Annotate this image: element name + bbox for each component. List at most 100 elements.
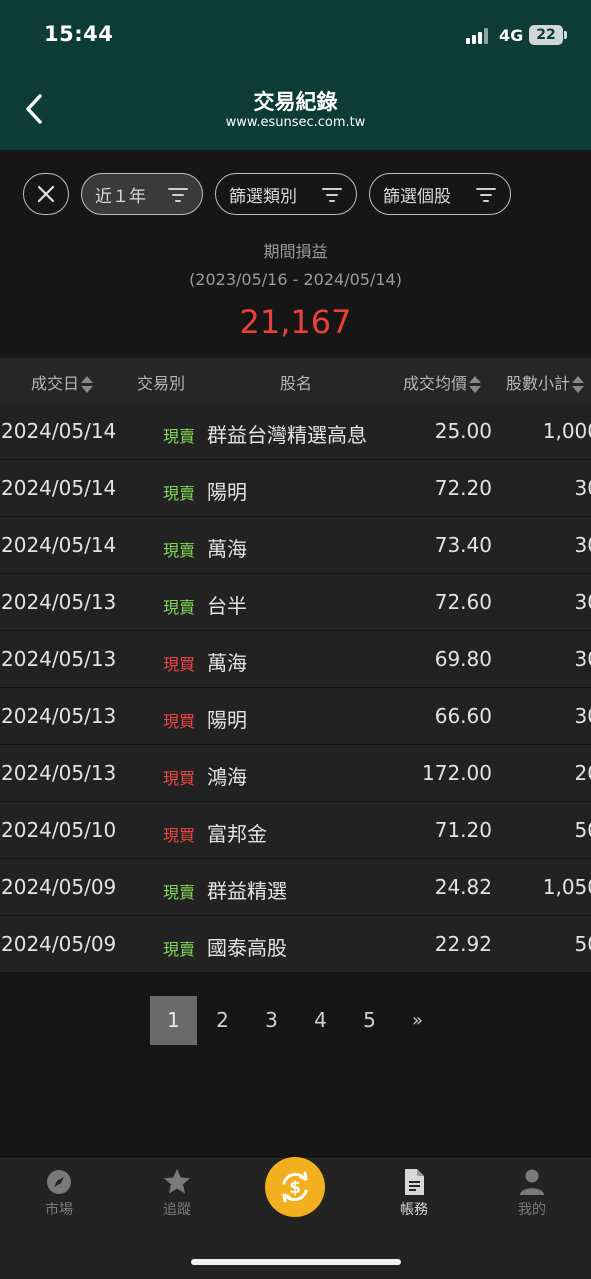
row-date: 2024/05/13 xyxy=(1,761,117,785)
row-price: 24.82 xyxy=(434,875,492,899)
period-filter-chip[interactable]: 近１年 xyxy=(81,173,203,215)
row-stock-name: 群益台灣精選高息 xyxy=(207,423,367,447)
col-name-header: 股名 xyxy=(280,370,312,394)
compass-icon xyxy=(47,1170,71,1194)
battery-level: 22 xyxy=(536,27,556,43)
type-filter-label: 篩選類別 xyxy=(229,186,297,207)
row-date: 2024/05/10 xyxy=(1,818,117,842)
row-date: 2024/05/09 xyxy=(1,932,117,956)
row-price: 69.80 xyxy=(434,647,492,671)
col-type-label: 交易別 xyxy=(137,374,186,393)
filter-icon xyxy=(476,188,496,202)
trade-fab-button[interactable]: $ xyxy=(265,1157,325,1217)
profit-loss-value: 21,167 xyxy=(239,303,352,341)
row-price: 172.00 xyxy=(422,761,492,785)
row-qty: 50 xyxy=(500,932,591,956)
document-icon xyxy=(405,1169,424,1195)
row-type: 現賣 xyxy=(163,940,196,959)
clear-filters-button[interactable] xyxy=(23,173,69,215)
status-bar: 15:44 4G 22 xyxy=(0,0,591,70)
table-row[interactable]: 2024/05/13 現買 陽明 66.60 30 xyxy=(0,688,591,745)
app-header: 15:44 4G 22 交易紀錄 www.esunsec.com.tw xyxy=(0,0,591,150)
table-row[interactable]: 2024/05/13 現買 鴻海 172.00 20 xyxy=(0,745,591,802)
svg-text:$: $ xyxy=(289,1178,301,1198)
row-type: 現賣 xyxy=(163,484,196,503)
stock-filter-label: 篩選個股 xyxy=(383,186,451,207)
row-type: 現賣 xyxy=(163,541,196,560)
row-date: 2024/05/14 xyxy=(1,419,117,443)
row-stock-name: 萬海 xyxy=(207,537,247,561)
row-date: 2024/05/14 xyxy=(1,476,117,500)
row-stock-name: 富邦金 xyxy=(207,822,267,846)
row-qty: 50 xyxy=(500,818,591,842)
col-date-header[interactable]: 成交日 xyxy=(31,370,94,394)
next-page-button[interactable]: » xyxy=(394,996,441,1045)
table-row[interactable]: 2024/05/13 現買 萬海 69.80 30 xyxy=(0,631,591,688)
row-qty-value: 50 xyxy=(574,932,591,956)
nav-market-label: 市場 xyxy=(45,1202,73,1218)
row-date: 2024/05/09 xyxy=(1,875,117,899)
nav-profile-label: 我的 xyxy=(518,1202,546,1218)
row-type: 現賣 xyxy=(163,427,196,446)
row-stock-name: 群益精選 xyxy=(207,879,287,903)
page-button-3[interactable]: 3 xyxy=(248,996,295,1045)
user-icon xyxy=(520,1169,544,1195)
row-stock-name: 陽明 xyxy=(207,480,247,504)
filter-icon xyxy=(322,188,342,202)
profit-loss-label: 期間損益 xyxy=(263,242,328,261)
home-indicator xyxy=(191,1259,401,1265)
row-price: 72.60 xyxy=(434,590,492,614)
table-row[interactable]: 2024/05/09 現賣 群益精選 24.82 1,050 xyxy=(0,859,591,916)
nav-account[interactable]: 帳務 xyxy=(374,1167,454,1219)
row-qty-value: 50 xyxy=(574,818,591,842)
row-type: 現買 xyxy=(163,769,196,788)
col-price-label: 成交均價 xyxy=(403,374,468,393)
nav-profile[interactable]: 我的 xyxy=(492,1167,572,1219)
sort-icon xyxy=(81,375,94,394)
type-filter-chip[interactable]: 篩選類別 xyxy=(215,173,357,215)
table-row[interactable]: 2024/05/10 現買 富邦金 71.20 50 xyxy=(0,802,591,859)
battery-tip xyxy=(564,31,567,39)
col-name-label: 股名 xyxy=(280,374,313,393)
table-row[interactable]: 2024/05/09 現賣 國泰高股 22.92 50 xyxy=(0,916,591,973)
table-row[interactable]: 2024/05/14 現賣 群益台灣精選高息 25.00 1,000 xyxy=(0,403,591,460)
row-qty-value: 1,000 xyxy=(542,419,591,443)
table-row[interactable]: 2024/05/13 現賣 台半 72.60 30 xyxy=(0,574,591,631)
table-row[interactable]: 2024/05/14 現賣 陽明 72.20 30 xyxy=(0,460,591,517)
row-qty: 30 xyxy=(500,590,591,614)
row-price: 25.00 xyxy=(434,419,492,443)
col-price-header[interactable]: 成交均價 xyxy=(403,370,482,394)
profit-loss-range: (2023/05/16 - 2024/05/14) xyxy=(189,270,402,289)
col-type-header: 交易別 xyxy=(137,370,185,394)
row-qty-value: 30 xyxy=(574,533,591,557)
page-button-1[interactable]: 1 xyxy=(150,996,197,1045)
nav-watchlist[interactable]: 追蹤 xyxy=(137,1167,217,1219)
row-qty: 1,000 xyxy=(500,419,591,443)
status-time: 15:44 xyxy=(44,22,114,46)
row-type: 現賣 xyxy=(163,883,196,902)
row-qty-value: 30 xyxy=(574,704,591,728)
filter-bar: 近１年 篩選類別 篩選個股 xyxy=(0,172,591,216)
row-qty: 1,050 xyxy=(500,875,591,899)
page-button-2[interactable]: 2 xyxy=(199,996,246,1045)
row-date: 2024/05/13 xyxy=(1,590,117,614)
stock-filter-chip[interactable]: 篩選個股 xyxy=(369,173,511,215)
table-row[interactable]: 2024/05/14 現賣 萬海 73.40 30 xyxy=(0,517,591,574)
row-qty: 30 xyxy=(500,704,591,728)
row-date: 2024/05/13 xyxy=(1,647,117,671)
row-qty: 30 xyxy=(500,647,591,671)
dollar-exchange-icon: $ xyxy=(282,1171,308,1203)
row-qty-value: 30 xyxy=(574,590,591,614)
col-qty-header[interactable]: 股數小計 xyxy=(506,370,585,394)
col-qty-label: 股數小計 xyxy=(506,374,571,393)
page-button-5[interactable]: 5 xyxy=(346,996,393,1045)
row-price: 66.60 xyxy=(434,704,492,728)
row-qty-value: 1,050 xyxy=(542,875,591,899)
nav-market[interactable]: 市場 xyxy=(19,1167,99,1219)
sort-icon xyxy=(469,375,482,394)
row-stock-name: 鴻海 xyxy=(207,765,247,789)
page-button-4[interactable]: 4 xyxy=(297,996,344,1045)
row-type: 現買 xyxy=(163,712,196,731)
network-type: 4G xyxy=(499,26,524,45)
row-qty: 30 xyxy=(500,533,591,557)
